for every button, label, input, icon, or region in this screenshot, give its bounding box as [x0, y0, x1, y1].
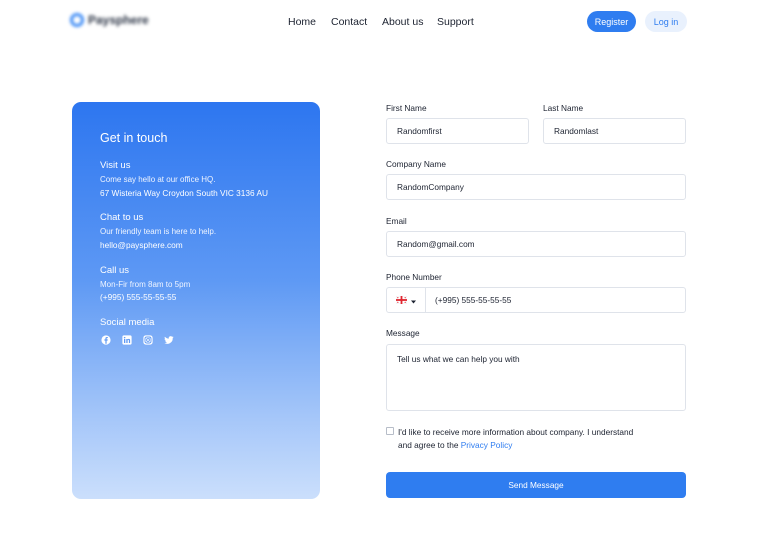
nav-home[interactable]: Home [288, 16, 316, 28]
instagram-icon[interactable] [143, 335, 153, 345]
company-label: Company Name [386, 159, 446, 169]
brand-logo[interactable]: Paysphere [70, 13, 149, 27]
consent-checkbox[interactable] [386, 427, 394, 435]
country-code-select[interactable] [387, 288, 426, 312]
call-phone[interactable]: (+995) 555-55-55-55 [100, 292, 176, 302]
nav-support[interactable]: Support [437, 16, 474, 28]
facebook-icon[interactable] [101, 335, 111, 345]
georgia-flag-icon [395, 291, 408, 309]
nav-contact[interactable]: Contact [331, 16, 367, 28]
visit-title: Visit us [100, 160, 131, 171]
email-input[interactable] [386, 231, 686, 257]
social-links [101, 335, 174, 345]
first-name-label: First Name [386, 103, 427, 113]
email-label: Email [386, 216, 407, 226]
site-header: Paysphere Home Contact About us Support … [0, 0, 772, 44]
chat-title: Chat to us [100, 212, 144, 223]
nav-about[interactable]: About us [382, 16, 423, 28]
register-button[interactable]: Register [587, 11, 636, 32]
chevron-down-icon [411, 291, 416, 309]
phone-input[interactable] [427, 288, 685, 312]
company-input[interactable] [386, 174, 686, 200]
brand-name: Paysphere [88, 13, 149, 27]
card-title: Get in touch [100, 131, 168, 145]
phone-field [386, 287, 686, 313]
consent-text: I'd like to receive more information abo… [398, 426, 638, 451]
social-title: Social media [100, 317, 155, 328]
first-name-input[interactable] [386, 118, 529, 144]
last-name-input[interactable] [543, 118, 686, 144]
send-message-button[interactable]: Send Message [386, 472, 686, 498]
message-label: Message [386, 328, 420, 338]
message-textarea[interactable] [386, 344, 686, 411]
last-name-label: Last Name [543, 103, 584, 113]
privacy-policy-link[interactable]: Privacy Policy [461, 440, 513, 450]
login-button[interactable]: Log in [645, 11, 687, 32]
visit-address: 67 Wisteria Way Croydon South VIC 3136 A… [100, 188, 269, 198]
chat-line: Our friendly team is here to help. [100, 227, 217, 236]
call-title: Call us [100, 265, 130, 276]
twitter-icon[interactable] [164, 335, 174, 345]
visit-line: Come say hello at our office HQ. [100, 175, 216, 184]
call-hours: Mon-Fir from 8am to 5pm [100, 280, 191, 289]
consent-label: I'd like to receive more information abo… [398, 427, 634, 450]
linkedin-icon[interactable] [122, 335, 132, 345]
phone-label: Phone Number [386, 272, 442, 282]
chat-email[interactable]: hello@paysphere.com [100, 240, 183, 250]
contact-info-card: Get in touch Visit us Come say hello at … [72, 102, 320, 499]
logo-icon [70, 13, 84, 27]
